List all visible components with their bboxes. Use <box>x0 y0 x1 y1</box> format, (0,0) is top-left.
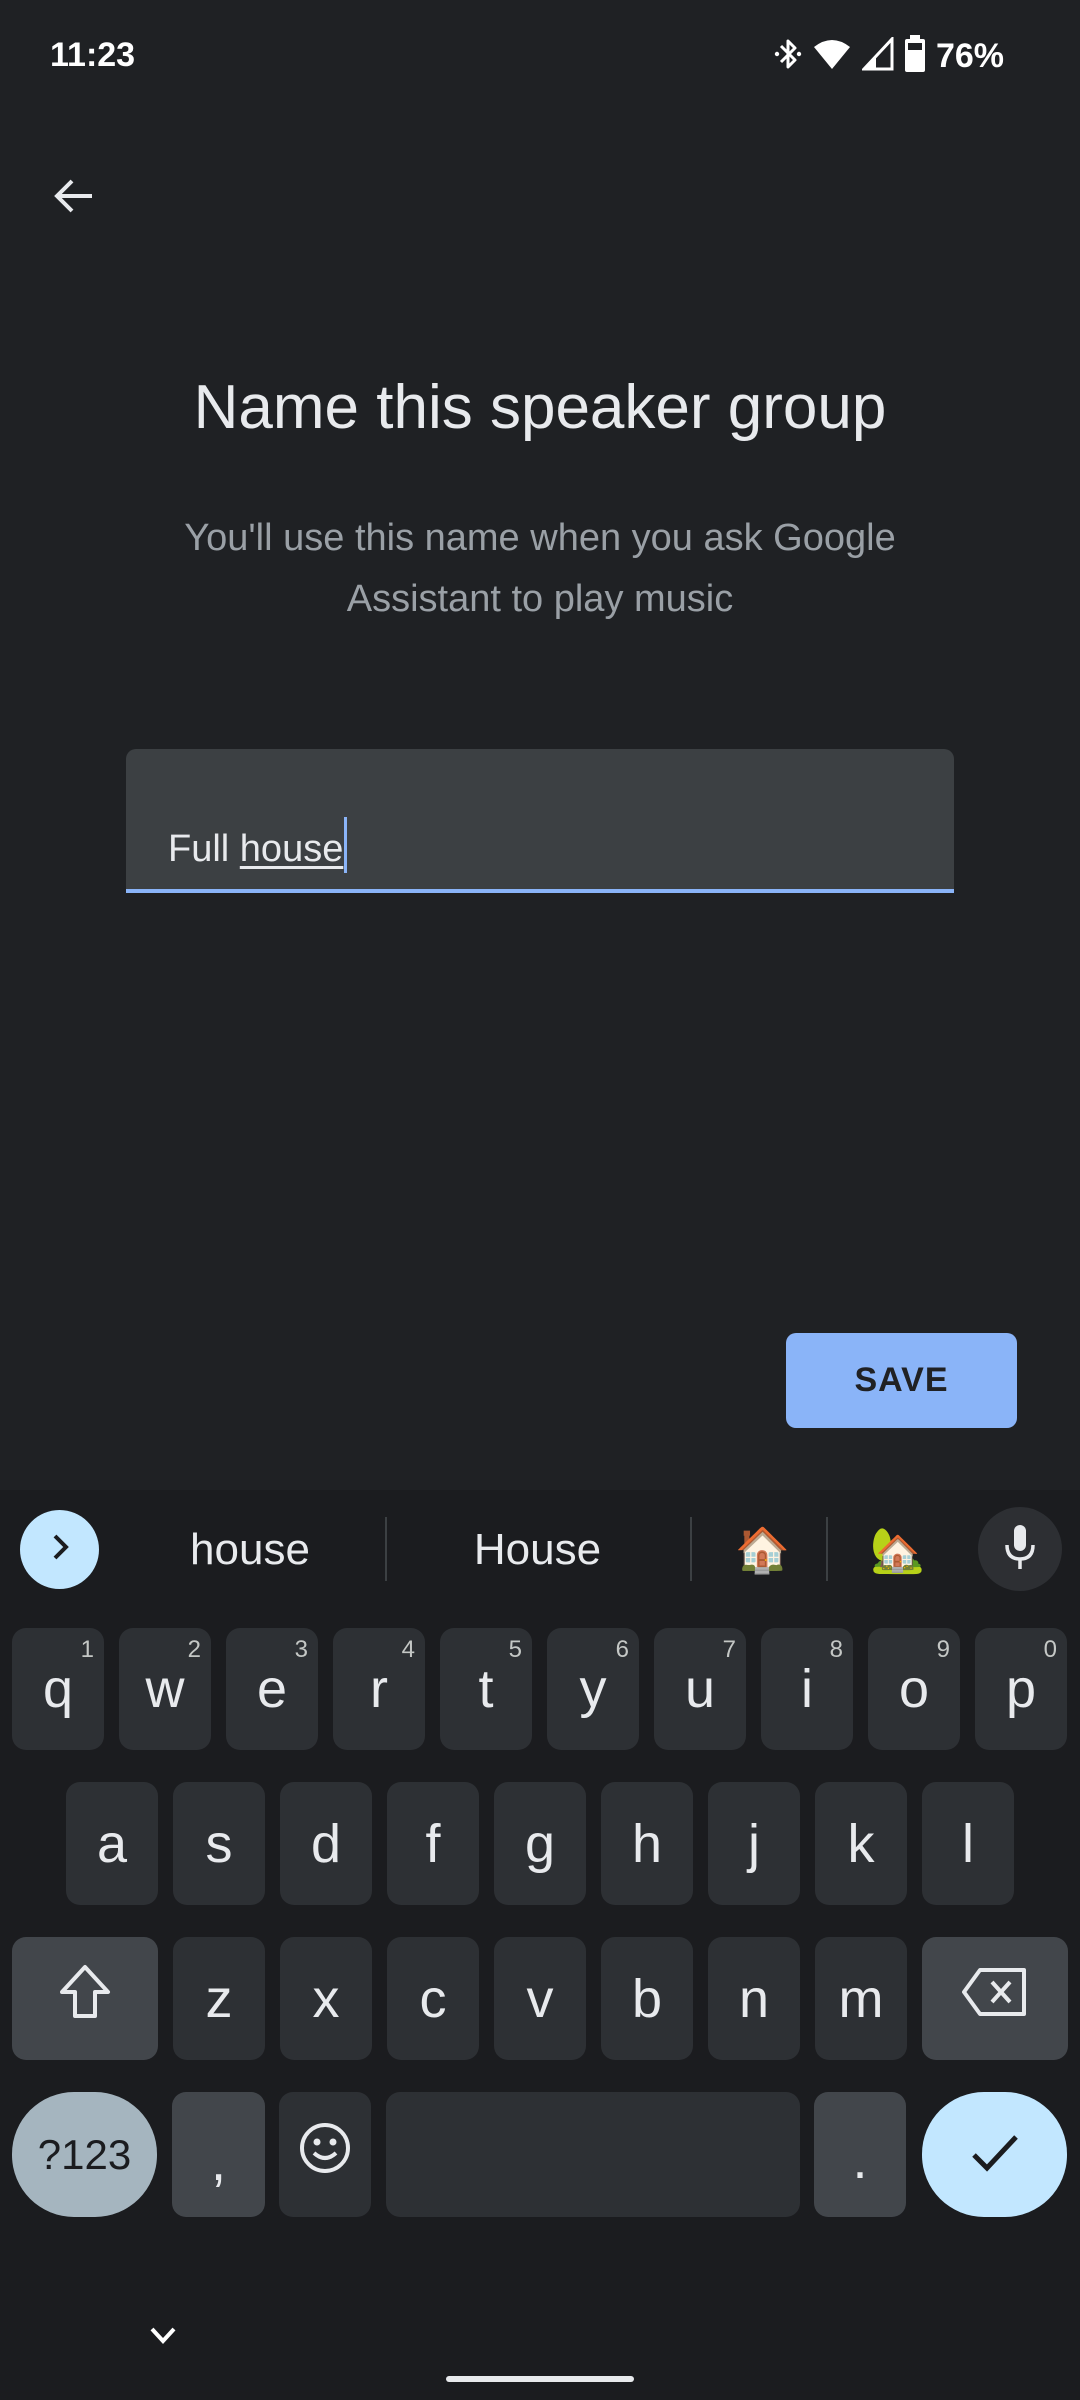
key-u[interactable]: u7 <box>654 1628 746 1750</box>
key-k[interactable]: k <box>815 1782 907 1905</box>
save-button[interactable]: SAVE <box>786 1333 1017 1428</box>
key-n[interactable]: n <box>708 1937 800 2060</box>
key-label: i <box>801 1659 813 1719</box>
key-label: e <box>256 1659 288 1719</box>
voice-input-button[interactable] <box>978 1507 1062 1591</box>
key-label: r <box>370 1659 388 1719</box>
key-hint: 7 <box>722 1636 736 1663</box>
key-i[interactable]: i8 <box>761 1628 853 1750</box>
suggestion-divider <box>385 1517 387 1581</box>
key-label: p <box>1005 1659 1037 1719</box>
key-label: q <box>42 1659 74 1719</box>
key-d[interactable]: d <box>280 1782 372 1905</box>
key-hint: 8 <box>829 1636 843 1663</box>
status-icons: 76% <box>774 34 1004 78</box>
key-t[interactable]: t5 <box>440 1628 532 1750</box>
key-q[interactable]: q1 <box>12 1628 104 1750</box>
key-label: u <box>684 1659 716 1719</box>
home-gesture-bar[interactable] <box>446 2376 634 2382</box>
key-hint: 0 <box>1043 1636 1057 1663</box>
key-label: w <box>145 1659 185 1719</box>
key-hint: 1 <box>80 1636 94 1663</box>
battery-percent: 76% <box>935 36 1004 75</box>
suggestion-emoji-house[interactable]: 🏠 <box>705 1512 820 1588</box>
shift-icon <box>55 1962 115 2035</box>
chevron-right-icon <box>47 1532 73 1567</box>
key-c[interactable]: c <box>387 1937 479 2060</box>
key-enter-done[interactable] <box>922 2092 1067 2217</box>
key-b[interactable]: b <box>601 1937 693 2060</box>
key-e[interactable]: e3 <box>226 1628 318 1750</box>
key-y[interactable]: y6 <box>547 1628 639 1750</box>
key-backspace[interactable] <box>922 1937 1068 2060</box>
wifi-icon <box>812 37 852 76</box>
cell-signal-icon <box>860 34 894 76</box>
key-hint: 3 <box>294 1636 308 1663</box>
bluetooth-icon <box>774 36 802 77</box>
back-button[interactable] <box>36 160 112 236</box>
group-name-value: Full house <box>168 817 348 873</box>
page-subtitle: You'll use this name when you ask Google… <box>184 517 896 620</box>
key-label: t <box>478 1659 494 1719</box>
key-shift[interactable] <box>12 1937 158 2060</box>
key-label: y <box>579 1659 607 1719</box>
group-name-input[interactable]: Full house <box>126 749 954 893</box>
key-v[interactable]: v <box>494 1937 586 2060</box>
status-time: 11:23 <box>50 36 136 74</box>
key-j[interactable]: j <box>708 1782 800 1905</box>
key-symbols[interactable]: ?123 <box>12 2092 157 2217</box>
key-hint: 2 <box>187 1636 201 1663</box>
key-o[interactable]: o9 <box>868 1628 960 1750</box>
key-h[interactable]: h <box>601 1782 693 1905</box>
key-hint: 4 <box>401 1636 415 1663</box>
key-hint: 5 <box>508 1636 522 1663</box>
emoji-icon <box>298 2121 352 2188</box>
suggestion-1[interactable]: house <box>130 1512 370 1588</box>
key-r[interactable]: r4 <box>333 1628 425 1750</box>
suggestion-emoji-house-garden[interactable]: 🏡 <box>840 1512 955 1588</box>
text-caret <box>344 817 348 873</box>
keyboard-toolbar-toggle[interactable] <box>20 1510 99 1589</box>
key-z[interactable]: z <box>173 1937 265 2060</box>
key-x[interactable]: x <box>280 1937 372 2060</box>
check-icon <box>970 2124 1020 2186</box>
chevron-down-icon <box>148 2325 178 2350</box>
suggestion-divider <box>690 1517 692 1581</box>
key-comma[interactable]: , <box>172 2092 265 2217</box>
key-hint: 9 <box>936 1636 950 1663</box>
key-a[interactable]: a <box>66 1782 158 1905</box>
microphone-icon <box>1003 1523 1037 1576</box>
key-l[interactable]: l <box>922 1782 1014 1905</box>
key-hint: 6 <box>615 1636 629 1663</box>
page-title: Name this speaker group <box>193 373 887 442</box>
key-m[interactable]: m <box>815 1937 907 2060</box>
hide-keyboard-button[interactable] <box>140 2315 186 2359</box>
key-label: o <box>898 1659 930 1719</box>
suggestion-2[interactable]: House <box>400 1512 675 1588</box>
key-f[interactable]: f <box>387 1782 479 1905</box>
key-space[interactable] <box>386 2092 800 2217</box>
key-emoji[interactable] <box>279 2092 371 2217</box>
key-s[interactable]: s <box>173 1782 265 1905</box>
key-g[interactable]: g <box>494 1782 586 1905</box>
key-w[interactable]: w2 <box>119 1628 211 1750</box>
suggestion-divider <box>826 1517 828 1581</box>
backspace-icon <box>960 1966 1030 2031</box>
key-p[interactable]: p0 <box>975 1628 1067 1750</box>
field-text-prefix: Full <box>168 828 240 870</box>
arrow-back-icon <box>52 174 96 223</box>
battery-icon <box>904 34 926 78</box>
field-text-composing: house <box>239 828 344 870</box>
key-period[interactable]: . <box>814 2092 906 2217</box>
